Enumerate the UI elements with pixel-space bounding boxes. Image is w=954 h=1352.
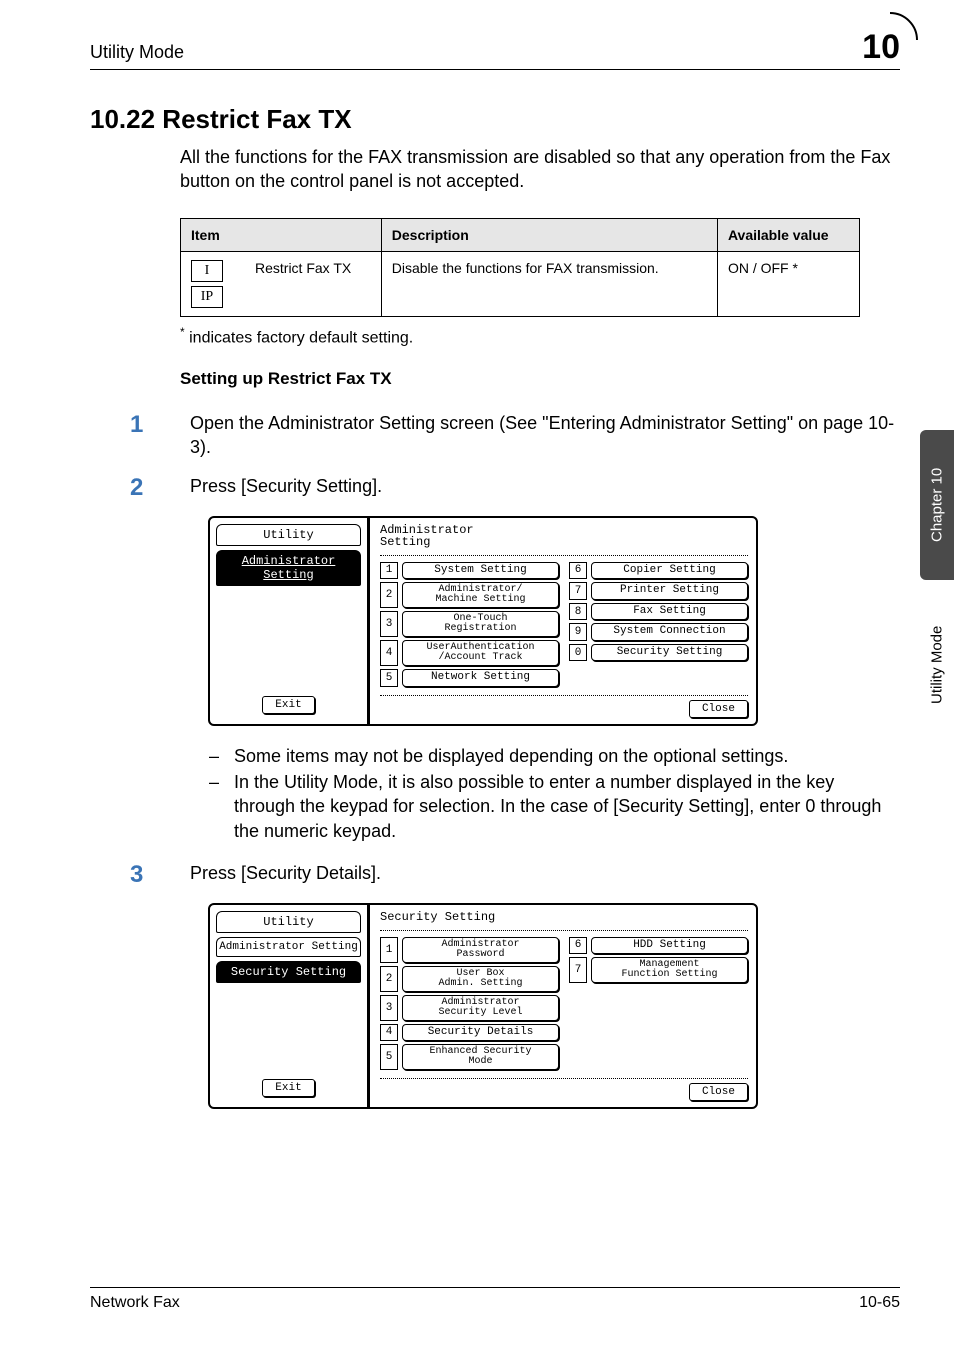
lcd2-key-1[interactable]: 1 xyxy=(380,937,398,963)
note-1: Some items may not be displayed dependin… xyxy=(234,744,900,768)
lcd1-key-3[interactable]: 3 xyxy=(380,611,398,637)
lcd1-key-7[interactable]: 7 xyxy=(569,582,587,600)
item-available: ON / OFF * xyxy=(717,251,859,316)
lcd1-exit-button[interactable]: Exit xyxy=(262,696,314,714)
step-text-2: Press [Security Setting]. xyxy=(190,474,382,502)
step-number-3: 3 xyxy=(130,861,150,889)
lcd2-key-3[interactable]: 3 xyxy=(380,995,398,1021)
icon-i: I xyxy=(191,260,223,282)
lcd2-btn-hdd-setting[interactable]: HDD Setting xyxy=(591,937,748,955)
th-description: Description xyxy=(381,218,717,251)
lcd1-btn-fax-setting[interactable]: Fax Setting xyxy=(591,603,748,621)
lcd2-key-5[interactable]: 5 xyxy=(380,1044,398,1070)
lcd1-btn-security-setting[interactable]: Security Setting xyxy=(591,644,748,662)
note-dash: – xyxy=(208,744,220,768)
lcd2-key-6[interactable]: 6 xyxy=(569,937,587,955)
step-number-1: 1 xyxy=(130,411,150,460)
lcd2-close-button[interactable]: Close xyxy=(689,1083,748,1101)
lcd1-btn-admin-machine[interactable]: Administrator/ Machine Setting xyxy=(402,582,559,608)
side-tab: Chapter 10 Utility Mode xyxy=(920,430,954,750)
lcd1-btn-user-auth[interactable]: UserAuthentication /Account Track xyxy=(402,640,559,666)
lcd1-btn-network-setting[interactable]: Network Setting xyxy=(402,669,559,687)
lcd1-key-0[interactable]: 0 xyxy=(569,644,587,662)
lcd1-heading: Administrator Setting xyxy=(380,524,748,549)
step-number-2: 2 xyxy=(130,474,150,502)
lcd2-heading: Security Setting xyxy=(380,911,748,924)
step-text-1: Open the Administrator Setting screen (S… xyxy=(190,411,900,460)
icon-ip: IP xyxy=(191,286,223,308)
lcd-screenshot-security-setting: Utility Administrator Setting Security S… xyxy=(208,903,758,1109)
step-1: 1 Open the Administrator Setting screen … xyxy=(180,411,900,460)
lcd1-key-9[interactable]: 9 xyxy=(569,623,587,641)
header-section: Utility Mode xyxy=(90,42,184,63)
footer-left: Network Fax xyxy=(90,1294,180,1312)
page-header: Utility Mode 10 xyxy=(90,28,900,70)
footnote: * indicates factory default setting. xyxy=(180,325,900,347)
side-tab-mode: Utility Mode xyxy=(920,580,954,750)
lcd1-key-5[interactable]: 5 xyxy=(380,669,398,687)
lcd2-tab-utility[interactable]: Utility xyxy=(216,911,361,933)
step2-notes: – Some items may not be displayed depend… xyxy=(208,744,900,843)
lcd1-key-2[interactable]: 2 xyxy=(380,582,398,608)
step-3: 3 Press [Security Details]. xyxy=(180,861,900,889)
note-2: In the Utility Mode, it is also possible… xyxy=(234,770,900,843)
page-footer: Network Fax 10-65 xyxy=(90,1287,900,1312)
lcd2-btn-mgmt-function[interactable]: Management Function Setting xyxy=(591,957,748,983)
lcd1-tab-admin-setting[interactable]: Administrator Setting xyxy=(216,550,361,586)
note-dash: – xyxy=(208,770,220,843)
lcd1-tab-utility[interactable]: Utility xyxy=(216,524,361,546)
lcd2-key-4[interactable]: 4 xyxy=(380,1024,398,1042)
item-name: Restrict Fax TX xyxy=(245,251,381,316)
lcd1-btn-system-connection[interactable]: System Connection xyxy=(591,623,748,641)
step-text-3: Press [Security Details]. xyxy=(190,861,381,889)
lcd2-btn-admin-sec-level[interactable]: Administrator Security Level xyxy=(402,995,559,1021)
lcd1-btn-printer-setting[interactable]: Printer Setting xyxy=(591,582,748,600)
settings-table: Item Description Available value I IP Re… xyxy=(180,218,860,317)
table-row: I IP Restrict Fax TX Disable the functio… xyxy=(181,251,860,316)
footer-page-number: 10-65 xyxy=(859,1294,900,1312)
lcd1-key-4[interactable]: 4 xyxy=(380,640,398,666)
lcd2-key-7[interactable]: 7 xyxy=(569,957,587,983)
lcd2-tab-security-setting[interactable]: Security Setting xyxy=(216,961,361,983)
th-item: Item xyxy=(181,218,382,251)
th-available: Available value xyxy=(717,218,859,251)
section-title: 10.22 Restrict Fax TX xyxy=(90,104,900,135)
lcd-screenshot-admin-setting: Utility Administrator Setting Exit Admin… xyxy=(208,516,758,726)
lcd1-key-6[interactable]: 6 xyxy=(569,562,587,580)
lcd1-close-button[interactable]: Close xyxy=(689,700,748,718)
lcd1-key-8[interactable]: 8 xyxy=(569,603,587,621)
item-description: Disable the functions for FAX transmissi… xyxy=(381,251,717,316)
lcd2-exit-button[interactable]: Exit xyxy=(262,1079,314,1097)
lcd1-btn-copier-setting[interactable]: Copier Setting xyxy=(591,562,748,580)
item-icon-stack: I IP xyxy=(191,260,235,308)
footnote-text: indicates factory default setting. xyxy=(185,329,414,346)
lcd1-btn-one-touch[interactable]: One-Touch Registration xyxy=(402,611,559,637)
lcd2-btn-security-details[interactable]: Security Details xyxy=(402,1024,559,1042)
lcd2-btn-user-box-admin[interactable]: User Box Admin. Setting xyxy=(402,966,559,992)
lcd1-key-1[interactable]: 1 xyxy=(380,562,398,580)
side-tab-chapter: Chapter 10 xyxy=(920,430,954,580)
intro-paragraph: All the functions for the FAX transmissi… xyxy=(180,145,900,194)
lcd2-btn-admin-password[interactable]: Administrator Password xyxy=(402,937,559,963)
step-2: 2 Press [Security Setting]. xyxy=(180,474,900,502)
lcd2-key-2[interactable]: 2 xyxy=(380,966,398,992)
lcd2-tab-admin-setting[interactable]: Administrator Setting xyxy=(216,937,361,957)
sub-heading: Setting up Restrict Fax TX xyxy=(180,369,900,389)
lcd1-btn-system-setting[interactable]: System Setting xyxy=(402,562,559,580)
lcd2-btn-enhanced-security[interactable]: Enhanced Security Mode xyxy=(402,1044,559,1070)
